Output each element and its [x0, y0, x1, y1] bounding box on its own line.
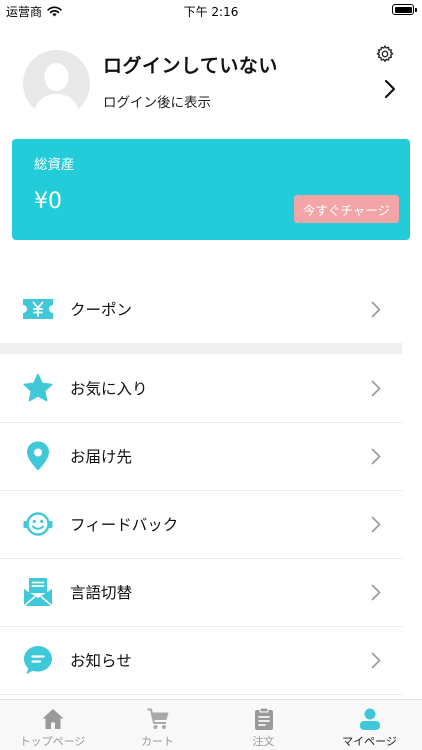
asset-label: 総資産	[34, 157, 75, 173]
chevron-right-icon	[371, 584, 381, 601]
clipboard-icon	[254, 707, 273, 730]
asset-card: 総資産 ¥0 今すぐチャージ	[12, 139, 410, 240]
menu-label: お知らせ	[70, 652, 132, 670]
menu-label: お届け先	[70, 448, 133, 466]
menu-item-favorites[interactable]: お気に入り	[0, 355, 402, 422]
chevron-right-icon	[371, 516, 381, 533]
chat-bubble-icon	[24, 646, 52, 674]
tab-label: マイページ	[342, 735, 397, 748]
tab-bar: トップページ カート 注文 マイページ	[0, 699, 422, 750]
tab-cart[interactable]: カート	[105, 700, 210, 750]
menu-item-language[interactable]: 言語切替	[0, 559, 402, 626]
profile-name[interactable]: ログインしていない	[103, 51, 278, 78]
asset-value: ¥0	[34, 189, 62, 214]
status-bar: 运营商 下午 2:16	[0, 0, 422, 22]
tab-label: カート	[141, 735, 174, 748]
menu-item-coupon[interactable]: クーポン	[0, 276, 402, 343]
menu-label: 言語切替	[70, 584, 133, 602]
tab-orders[interactable]: 注文	[211, 700, 316, 750]
tab-label: 注文	[252, 735, 275, 748]
home-icon	[42, 709, 63, 729]
menu-label: クーポン	[70, 301, 133, 319]
tab-label: トップページ	[19, 735, 86, 748]
menu-item-notices[interactable]: お知らせ	[0, 627, 402, 694]
battery-icon	[392, 4, 417, 15]
menu-item-address[interactable]: お届け先	[0, 423, 402, 490]
chevron-right-icon	[371, 380, 381, 397]
section-divider	[0, 343, 402, 354]
chevron-right-icon	[371, 652, 381, 669]
menu-item-feedback[interactable]: フィードバック	[0, 491, 402, 558]
default-avatar-icon	[33, 63, 80, 117]
location-pin-icon	[27, 441, 49, 471]
charge-now-button[interactable]: 今すぐチャージ	[293, 195, 399, 223]
profile-subtitle: ログイン後に表示	[103, 95, 211, 111]
chevron-right-icon	[371, 301, 381, 318]
ticket-icon	[23, 299, 53, 319]
tab-my-page[interactable]: マイページ	[317, 700, 422, 750]
cart-icon	[147, 708, 168, 729]
menu-label: フィードバック	[70, 516, 179, 534]
star-icon	[23, 373, 53, 402]
envelope-icon	[23, 578, 53, 607]
menu-label: お気に入り	[70, 380, 148, 398]
settings-gear-icon[interactable]	[375, 44, 395, 64]
status-right	[392, 4, 417, 15]
avatar[interactable]	[23, 50, 90, 117]
tab-home[interactable]: トップページ	[0, 700, 105, 750]
chevron-right-icon	[371, 448, 381, 465]
person-icon	[359, 708, 380, 730]
row-divider	[0, 694, 402, 695]
status-time: 下午 2:16	[183, 5, 239, 19]
profile-chevron-right-icon[interactable]	[383, 78, 397, 100]
smiley-headset-icon	[23, 512, 53, 536]
